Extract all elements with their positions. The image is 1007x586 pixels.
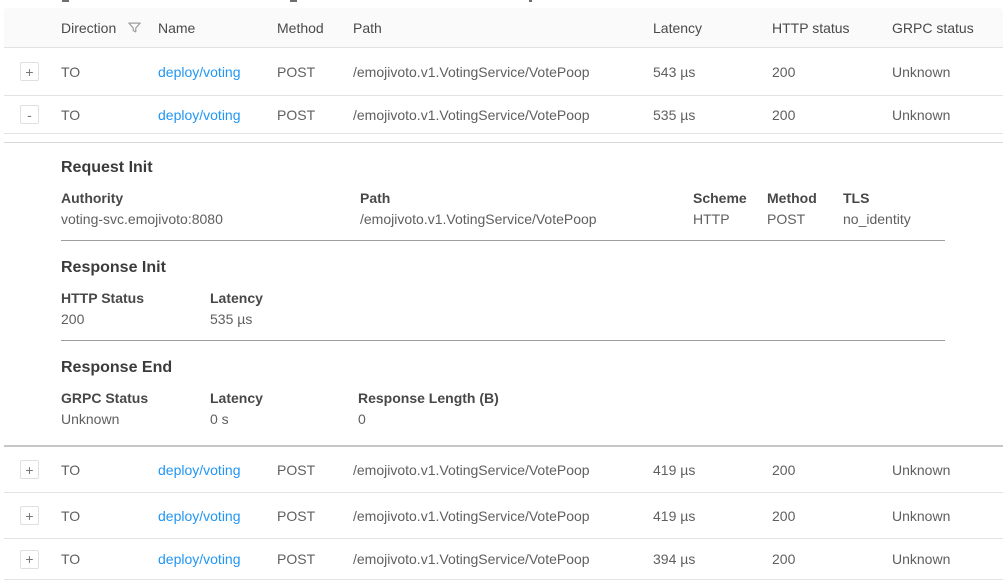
cell-direction: TO [61,107,158,123]
field-value-latency: 0 s [210,410,358,428]
tap-event-detail-panel: Request Init Authority voting-svc.emojiv… [4,142,1003,447]
cell-latency: 394 µs [653,551,772,567]
cropped-text-strip [0,0,1007,8]
column-header-latency: Latency [653,20,772,36]
cropped-text-fragment [62,0,69,2]
cell-grpc-status: Unknown [892,508,1003,524]
filter-icon[interactable] [127,20,142,35]
expand-row-button[interactable]: + [20,550,39,569]
cell-grpc-status: Unknown [892,64,1003,80]
cell-method: POST [277,551,353,567]
field-value-latency: 535 µs [210,310,945,328]
cell-direction: TO [61,462,158,478]
cell-direction: TO [61,508,158,524]
field-label-latency: Latency [210,389,358,407]
column-header-path: Path [353,20,653,36]
expand-cell: + [4,62,61,81]
column-header-method: Method [277,20,353,36]
resource-link[interactable]: deploy/voting [158,508,241,524]
field-value-tls: no_identity [843,210,945,228]
resource-link[interactable]: deploy/voting [158,551,241,567]
cell-method: POST [277,64,353,80]
request-init-fields: Authority voting-svc.emojivoto:8080 Path… [61,189,945,228]
table-row: + TO deploy/voting POST /emojivoto.v1.Vo… [4,493,1003,539]
cell-http-status: 200 [772,64,892,80]
cell-http-status: 200 [772,508,892,524]
response-end-fields: GRPC Status Unknown Latency 0 s Response… [61,389,945,428]
field-label-path: Path [360,189,693,207]
cell-http-status: 200 [772,107,892,123]
cell-method: POST [277,508,353,524]
cell-path: /emojivoto.v1.VotingService/VotePoop [353,107,653,123]
field-label-tls: TLS [843,189,945,207]
cell-grpc-status: Unknown [892,462,1003,478]
resource-link[interactable]: deploy/voting [158,462,241,478]
field-value-path: /emojivoto.v1.VotingService/VotePoop [360,210,693,228]
collapse-row-button[interactable]: - [20,105,39,124]
expand-row-button[interactable]: + [20,460,39,479]
cell-http-status: 200 [772,551,892,567]
section-title-response-init: Response Init [61,257,945,279]
field-label-authority: Authority [61,189,360,207]
table-row-expanded: - TO deploy/voting POST /emojivoto.v1.Vo… [4,96,1003,134]
cell-http-status: 200 [772,462,892,478]
column-header-direction-label: Direction [61,20,116,36]
tap-table: Direction Name Method Path Latency HTTP … [4,8,1003,580]
field-value-http-status: 200 [61,310,210,328]
column-header-grpc-status: GRPC status [892,20,1003,36]
field-value-scheme: HTTP [693,210,767,228]
cell-latency: 419 µs [653,462,772,478]
cell-path: /emojivoto.v1.VotingService/VotePoop [353,551,653,567]
section-divider [61,340,945,341]
cell-direction: TO [61,551,158,567]
resource-link[interactable]: deploy/voting [158,64,241,80]
table-row: + TO deploy/voting POST /emojivoto.v1.Vo… [4,48,1003,96]
field-value-authority: voting-svc.emojivoto:8080 [61,210,360,228]
cell-direction: TO [61,64,158,80]
cropped-text-fragment [529,0,532,2]
panel-gap [4,134,1003,142]
table-row: + TO deploy/voting POST /emojivoto.v1.Vo… [4,447,1003,493]
expand-cell: + [4,550,61,569]
field-label-method: Method [767,189,843,207]
resource-link[interactable]: deploy/voting [158,107,241,123]
column-header-name: Name [158,20,277,36]
cell-method: POST [277,107,353,123]
field-value-grpc-status: Unknown [61,410,210,428]
cell-grpc-status: Unknown [892,107,1003,123]
section-title-response-end: Response End [61,357,945,379]
field-label-http-status: HTTP Status [61,289,210,307]
field-value-method: POST [767,210,843,228]
cell-path: /emojivoto.v1.VotingService/VotePoop [353,462,653,478]
expand-cell: + [4,460,61,479]
expand-cell: + [4,506,61,525]
section-title-request-init: Request Init [61,157,945,179]
field-label-latency: Latency [210,289,945,307]
cell-path: /emojivoto.v1.VotingService/VotePoop [353,508,653,524]
response-init-fields: HTTP Status 200 Latency 535 µs [61,289,945,328]
table-header-row: Direction Name Method Path Latency HTTP … [4,8,1003,48]
expand-row-button[interactable]: + [20,506,39,525]
expand-row-button[interactable]: + [20,62,39,81]
field-label-grpc-status: GRPC Status [61,389,210,407]
cell-latency: 419 µs [653,508,772,524]
bottom-margin [0,580,1007,586]
cell-latency: 543 µs [653,64,772,80]
section-divider [61,240,945,241]
field-value-response-length: 0 [358,410,945,428]
cell-latency: 535 µs [653,107,772,123]
column-header-direction: Direction [61,20,158,36]
field-label-response-length: Response Length (B) [358,389,945,407]
cropped-text-fragment [290,0,297,2]
cell-grpc-status: Unknown [892,551,1003,567]
expand-cell: - [4,105,61,124]
cell-method: POST [277,462,353,478]
table-row: + TO deploy/voting POST /emojivoto.v1.Vo… [4,539,1003,580]
cell-path: /emojivoto.v1.VotingService/VotePoop [353,64,653,80]
column-header-http-status: HTTP status [772,20,892,36]
field-label-scheme: Scheme [693,189,767,207]
